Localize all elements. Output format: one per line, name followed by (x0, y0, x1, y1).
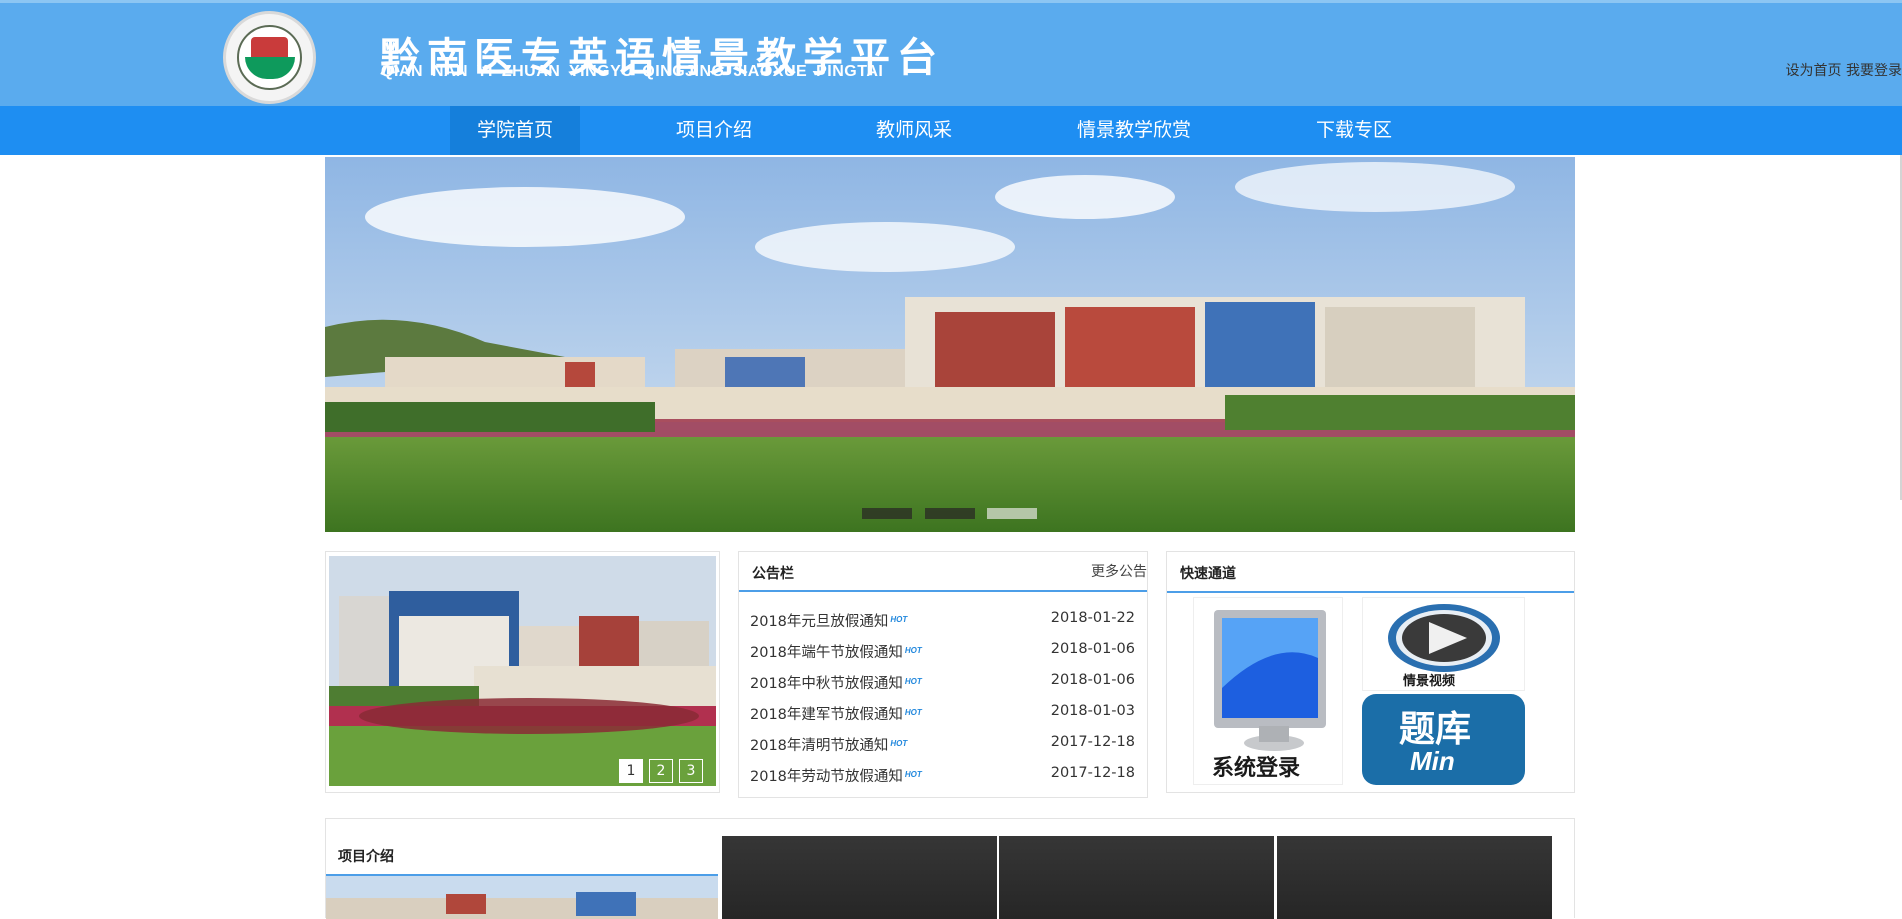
set-homepage-link[interactable]: 设为首页 (1786, 63, 1842, 79)
quick-access-panel: 快速通道 系统登录 情景视频 题库 Min (1166, 551, 1575, 793)
banner-dots (862, 508, 1062, 520)
notice-item-date: 2018-01-22 (1050, 610, 1135, 626)
hot-badge-icon: HOT (904, 677, 922, 686)
quick-access-title: 快速通道 (1180, 566, 1236, 582)
banner-dot-2[interactable] (925, 508, 975, 519)
top-links: 设为首页 我要登录 (1786, 60, 1902, 80)
hero-banner-image[interactable] (325, 157, 1575, 532)
notice-item-title[interactable]: 2018年元旦放假通知 (750, 614, 888, 630)
question-bank-label: 题库 (1399, 708, 1472, 750)
slideshow-page-3[interactable]: 3 (679, 759, 703, 783)
notice-item-title[interactable]: 2018年劳动节放假通知 (750, 769, 903, 785)
nav-item-downloads[interactable]: 下载专区 (1289, 106, 1419, 155)
project-image[interactable] (326, 876, 718, 919)
notice-item-date: 2018-01-06 (1050, 672, 1135, 688)
nav-item-showcase[interactable]: 情景教学欣赏 (1054, 106, 1214, 155)
hot-badge-icon: HOT (890, 739, 908, 748)
video-card[interactable] (722, 836, 997, 919)
notice-item-date: 2018-01-06 (1050, 641, 1135, 657)
more-notices-link[interactable]: 更多公告 (1091, 561, 1147, 581)
system-login-label: 系统登录 (1212, 755, 1301, 781)
nav-item-teachers[interactable]: 教师风采 (849, 106, 979, 155)
hot-badge-icon: HOT (904, 646, 922, 655)
project-section-title: 项目介绍 (338, 849, 394, 865)
video-card[interactable] (999, 836, 1274, 919)
slideshow-page-1[interactable]: 1 (619, 759, 643, 783)
notice-item[interactable]: 2018年元旦放假通知 HOT 2018-01-22 (750, 605, 1135, 636)
school-seal-icon[interactable] (223, 11, 316, 104)
quick-access-divider (1167, 591, 1574, 593)
banner-dot-1[interactable] (862, 508, 912, 519)
slideshow-image[interactable]: 1 2 3 (329, 556, 716, 786)
notice-board: 公告栏 更多公告 2018年元旦放假通知 HOT 2018-01-22 2018年… (738, 551, 1148, 798)
notice-item-title[interactable]: 2018年端午节放假通知 (750, 645, 903, 661)
photo-slideshow: 1 2 3 (325, 551, 720, 793)
notice-list: 2018年元旦放假通知 HOT 2018-01-22 2018年端午节放假通知 HO… (750, 605, 1135, 791)
nav-item-home[interactable]: 学院首页 (450, 106, 580, 155)
nav-item-project[interactable]: 项目介绍 (649, 106, 779, 155)
notice-item-date: 2018-01-03 (1050, 703, 1135, 719)
project-section: 项目介绍 (325, 818, 1575, 919)
scenario-video-button[interactable]: 情景视频 (1362, 597, 1525, 691)
notice-item-date: 2017-12-18 (1050, 765, 1135, 781)
notice-item[interactable]: 2018年端午节放假通知 HOT 2018-01-06 (750, 636, 1135, 667)
hot-badge-icon: HOT (904, 770, 922, 779)
notice-board-title: 公告栏 (752, 566, 794, 582)
site-title-pinyin: QIAN NAN YI ZHUAN YINGYU QINGJING JIAOXU… (381, 63, 884, 80)
notice-item-title[interactable]: 2018年中秋节放假通知 (750, 676, 903, 692)
scenario-video-label: 情景视频 (1403, 674, 1456, 689)
notice-item-title[interactable]: 2018年清明节放通知 (750, 738, 888, 754)
question-bank-sub: Min (1410, 746, 1455, 776)
hot-badge-icon: HOT (890, 615, 908, 624)
main-nav: 学院首页 项目介绍 教师风采 情景教学欣赏 下载专区 (0, 106, 1902, 155)
notice-item[interactable]: 2018年劳动节放假通知 HOT 2017-12-18 (750, 760, 1135, 791)
login-link[interactable]: 我要登录 (1846, 63, 1902, 79)
banner-dot-3[interactable] (987, 508, 1037, 519)
notice-divider (739, 590, 1147, 592)
question-bank-button[interactable]: 题库 Min (1362, 694, 1525, 785)
notice-item[interactable]: 2018年建军节放假通知 HOT 2018-01-03 (750, 698, 1135, 729)
video-card[interactable] (1277, 836, 1552, 919)
notice-item-date: 2017-12-18 (1050, 734, 1135, 750)
notice-item[interactable]: 2018年清明节放通知 HOT 2017-12-18 (750, 729, 1135, 760)
site-header: 黔南医专英语情景教学平台 QIAN NAN YI ZHUAN YINGYU QI… (0, 0, 1902, 106)
notice-item[interactable]: 2018年中秋节放假通知 HOT 2018-01-06 (750, 667, 1135, 698)
notice-item-title[interactable]: 2018年建军节放假通知 (750, 707, 903, 723)
system-login-button[interactable]: 系统登录 (1193, 597, 1343, 785)
hot-badge-icon: HOT (904, 708, 922, 717)
slideshow-page-2[interactable]: 2 (649, 759, 673, 783)
